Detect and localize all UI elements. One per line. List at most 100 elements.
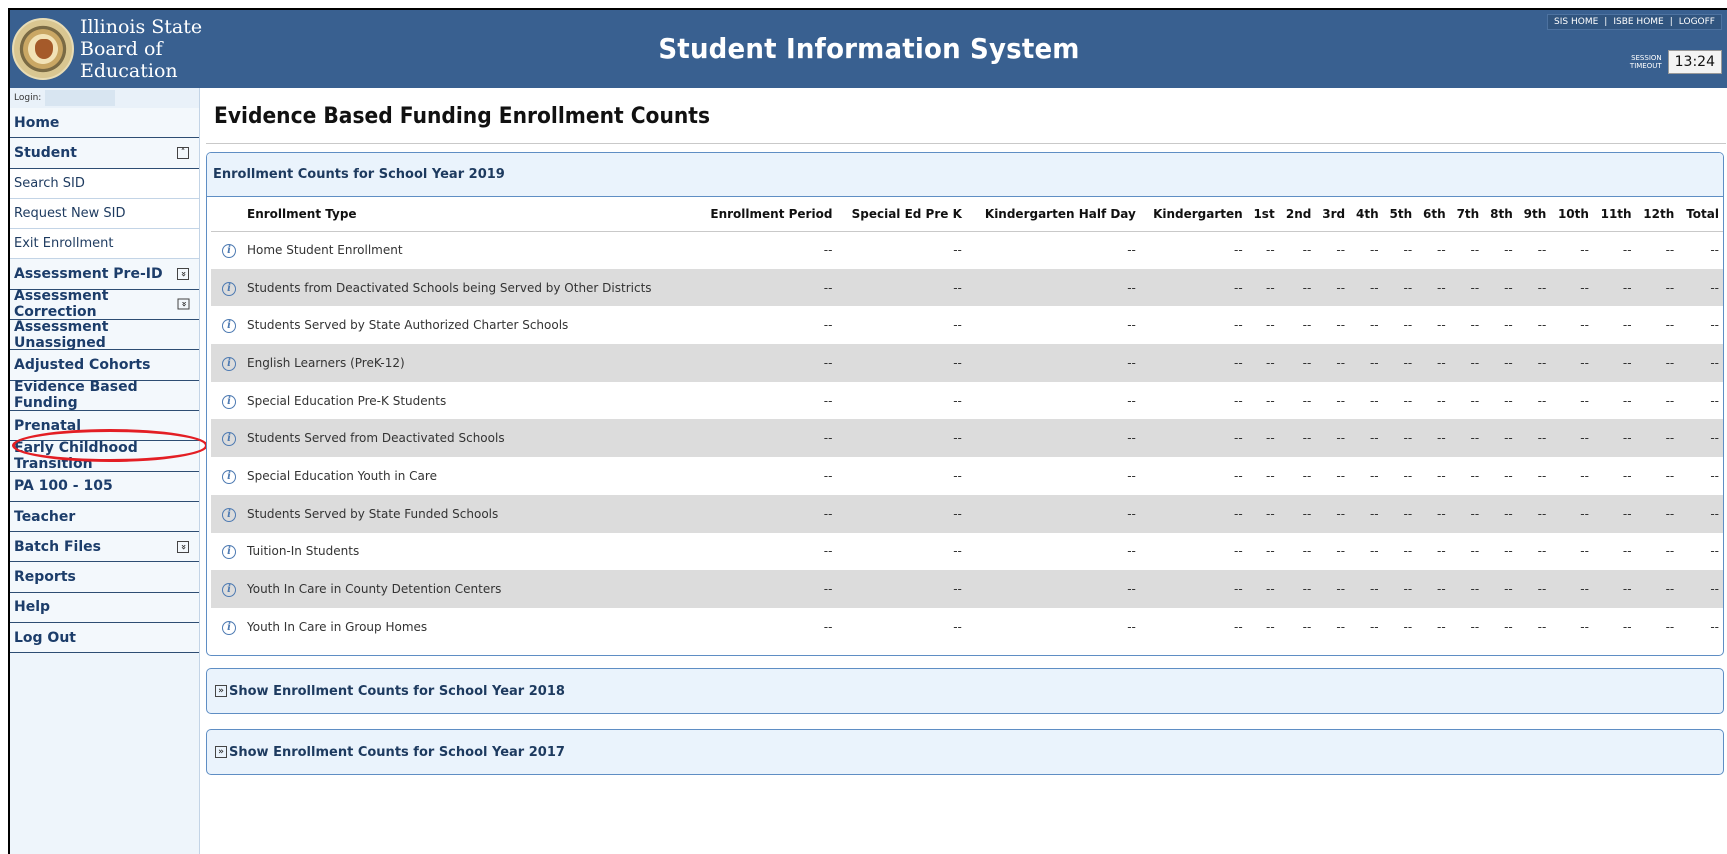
sis-home-link[interactable]: SIS HOME	[1554, 17, 1598, 27]
sidebar-item-request-new-sid[interactable]: Request New SID	[10, 198, 199, 230]
expand-icon[interactable]: »	[177, 540, 189, 553]
sidebar-item-label: Assessment Unassigned	[14, 318, 109, 351]
count-cell: --	[1369, 393, 1379, 408]
count-cell: --	[1234, 243, 1243, 258]
count-cell: --	[1382, 494, 1417, 533]
count-cell: --	[1449, 268, 1484, 307]
count-cell: --	[1315, 268, 1350, 307]
info-icon[interactable]: i	[222, 545, 236, 560]
info-cell: i	[211, 494, 247, 533]
enrollment-type-cell: Students Served by State Authorized Char…	[247, 318, 569, 333]
count-cell: --	[1382, 268, 1417, 307]
count-cell: --	[1139, 419, 1247, 458]
count-cell: --	[1302, 544, 1312, 559]
count-cell: --	[1470, 318, 1480, 333]
enrollment-panel-2019: Enrollment Counts for School Year 2019 E…	[206, 152, 1724, 656]
sidebar-item-adjusted-cohorts[interactable]: Adjusted Cohorts	[10, 350, 199, 381]
link-separator: |	[1604, 17, 1608, 27]
sidebar-item-home[interactable]: Home	[10, 108, 199, 139]
count-cell: --	[823, 619, 833, 634]
sidebar-item-label: Batch Files	[14, 538, 101, 555]
info-icon[interactable]: i	[222, 394, 236, 409]
info-icon[interactable]: i	[222, 244, 236, 259]
isbe-home-link[interactable]: ISBE HOME	[1613, 17, 1663, 27]
count-cell: --	[836, 268, 966, 307]
count-cell: --	[1622, 544, 1632, 559]
info-icon[interactable]: i	[222, 507, 236, 522]
sidebar-item-batch-files[interactable]: Batch Files »	[10, 532, 199, 563]
count-cell: --	[1592, 344, 1636, 382]
count-cell: --	[953, 243, 962, 258]
info-icon[interactable]: i	[222, 620, 236, 635]
count-cell: --	[1369, 544, 1379, 559]
sidebar-item-label: Early Childhood Transition	[14, 439, 138, 472]
count-cell: --	[1349, 570, 1383, 608]
sidebar-item-log-out[interactable]: Log Out	[10, 623, 199, 654]
sidebar-item-assessment-correction[interactable]: Assessment Correction »	[10, 288, 199, 320]
count-cell: --	[1278, 344, 1316, 382]
info-cell: i	[211, 382, 247, 420]
count-cell: --	[1382, 570, 1417, 608]
sidebar-item-reports[interactable]: Reports	[10, 562, 199, 593]
column-header: Kindergarten	[1139, 197, 1247, 232]
count-cell: --	[1416, 419, 1450, 458]
info-icon[interactable]: i	[222, 583, 236, 598]
count-cell: --	[1470, 544, 1480, 559]
sidebar-item-early-childhood-transition[interactable]: Early Childhood Transition	[10, 439, 199, 472]
show-2017-panel[interactable]: » Show Enrollment Counts for School Year…	[206, 729, 1724, 775]
count-cell: --	[1266, 393, 1275, 408]
count-cell: --	[1537, 393, 1547, 408]
info-icon[interactable]: i	[222, 281, 236, 296]
sidebar-item-label: PA 100 - 105	[14, 478, 113, 495]
sidebar-item-help[interactable]: Help	[10, 592, 199, 624]
sidebar-item-pa-100-105[interactable]: PA 100 - 105	[10, 471, 199, 502]
count-cell: --	[1516, 344, 1551, 382]
sidebar-item-evidence-based-funding[interactable]: Evidence Based Funding	[10, 379, 199, 411]
count-cell: --	[1234, 619, 1243, 634]
sidebar-item-assessment-unassigned[interactable]: Assessment Unassigned	[10, 318, 199, 351]
icon-column-header	[211, 197, 247, 232]
sidebar-item-label: Request New SID	[14, 206, 126, 222]
sidebar-item-exit-enrollment[interactable]: Exit Enrollment	[10, 229, 199, 260]
count-cell: --	[1278, 419, 1316, 458]
logoff-link[interactable]: LOGOFF	[1679, 17, 1715, 27]
info-icon[interactable]: i	[222, 356, 236, 371]
expand-icon[interactable]: »	[177, 298, 190, 310]
sidebar-item-assessment-pre-id[interactable]: Assessment Pre-ID »	[10, 259, 199, 290]
count-cell: --	[1665, 393, 1675, 408]
info-icon[interactable]: i	[222, 432, 236, 447]
count-cell: --	[1483, 344, 1517, 382]
column-header: Enrollment Type	[247, 197, 695, 232]
sidebar-item-student[interactable]: Student ˄	[10, 138, 199, 169]
show-2018-panel[interactable]: » Show Enrollment Counts for School Year…	[206, 668, 1724, 714]
table-row: i Home Student Enrollment -- -- -- -- -- -- -- --…	[211, 231, 1723, 269]
count-cell: --	[1678, 419, 1723, 458]
count-cell: --	[1449, 494, 1484, 533]
expand-icon[interactable]: »	[177, 268, 189, 281]
collapse-icon[interactable]: ˄	[177, 146, 189, 159]
sidebar-item-prenatal[interactable]: Prenatal	[10, 410, 199, 442]
count-cell: --	[1665, 544, 1675, 559]
enrollment-type-cell: Tuition-In Students	[247, 544, 360, 559]
column-header: Kindergarten Half Day	[965, 197, 1140, 232]
count-cell: --	[1635, 419, 1679, 458]
count-cell: --	[1266, 619, 1275, 634]
count-cell: --	[1622, 393, 1632, 408]
sidebar-item-teacher[interactable]: Teacher	[10, 501, 199, 533]
count-cell: --	[1580, 544, 1589, 559]
sidebar-item-label: Log Out	[14, 629, 76, 646]
column-header: 5th	[1382, 197, 1417, 232]
app-header: Illinois State Board of Education Studen…	[10, 10, 1727, 88]
count-cell: --	[1516, 570, 1551, 608]
enrollment-type-cell: Students from Deactivated Schools being …	[247, 268, 695, 307]
count-cell: --	[1678, 494, 1723, 533]
count-cell: --	[1127, 544, 1136, 559]
sidebar-item-search-sid[interactable]: Search SID	[10, 168, 199, 199]
count-cell: --	[1403, 243, 1413, 258]
count-cell: --	[965, 419, 1140, 458]
count-cell: --	[1537, 318, 1547, 333]
count-cell: --	[1635, 494, 1679, 533]
count-cell: --	[1516, 268, 1551, 307]
info-icon[interactable]: i	[222, 469, 236, 484]
info-icon[interactable]: i	[222, 319, 236, 334]
